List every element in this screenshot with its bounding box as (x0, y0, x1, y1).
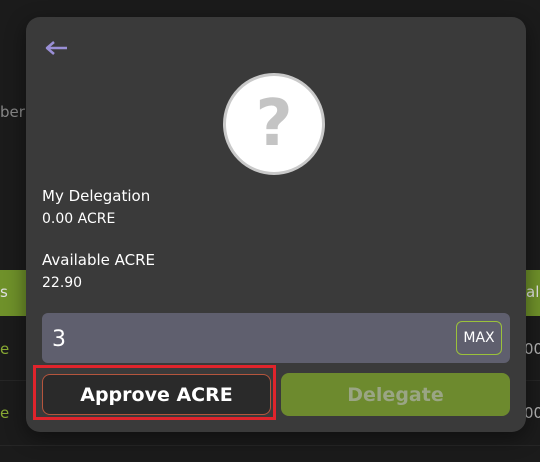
max-button[interactable]: MAX (456, 321, 502, 355)
arrow-left-icon (45, 41, 67, 55)
available-acre-value: 22.90 (42, 275, 83, 291)
my-delegation-value: 0.00 ACRE (42, 211, 116, 227)
back-button[interactable] (42, 39, 70, 57)
validator-avatar: ? (223, 73, 325, 175)
delegate-button[interactable]: Delegate (281, 373, 510, 416)
amount-input-container: MAX (42, 313, 510, 363)
approve-acre-button[interactable]: Approve ACRE (42, 374, 271, 415)
amount-input[interactable] (50, 321, 434, 357)
delegation-modal: ? My Delegation 0.00 ACRE Available ACRE… (26, 17, 526, 432)
question-mark-icon: ? (255, 87, 293, 161)
my-delegation-label: My Delegation (42, 187, 151, 205)
available-acre-label: Available ACRE (42, 251, 156, 269)
